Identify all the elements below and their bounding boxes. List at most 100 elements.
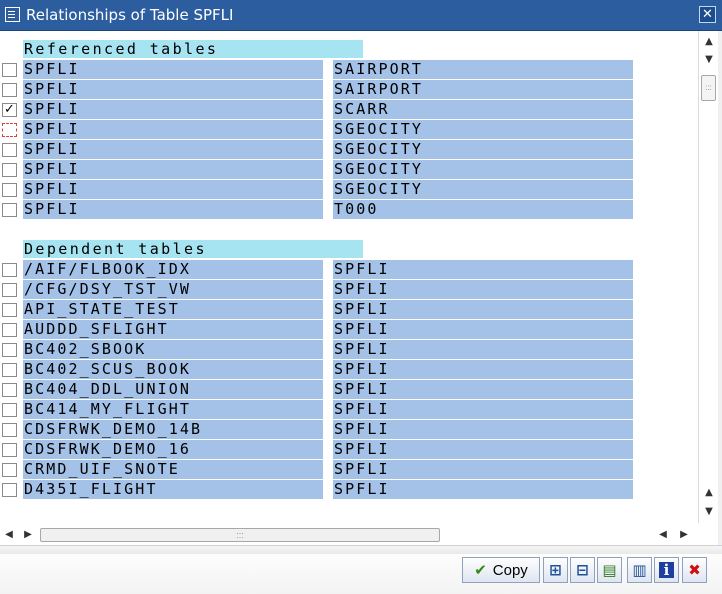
related-table-cell[interactable]: SPFLI [333,360,633,379]
table-name-cell[interactable]: SPFLI [23,200,323,219]
row-checkbox[interactable]: ✓ [2,103,17,117]
dependent-row[interactable]: /AIF/FLBOOK_IDX SPFLI [0,260,698,280]
referenced-row[interactable]: SPFLI SGEOCITY [0,180,698,200]
related-table-cell[interactable]: SPFLI [333,400,633,419]
row-checkbox[interactable] [2,183,17,197]
related-table-cell[interactable]: SAIRPORT [333,60,633,79]
table-name-cell[interactable]: D435I_FLIGHT [23,480,323,499]
row-checkbox[interactable] [2,363,17,377]
related-table-cell[interactable]: SPFLI [333,380,633,399]
scroll-left-end-icon[interactable]: ◀ [657,528,669,542]
scroll-down-top-icon[interactable]: ▼ [702,53,716,67]
related-table-cell[interactable]: SCARR [333,100,633,119]
vertical-scrollbar[interactable]: ▲ ▼ ::: ▲ ▼ [698,31,719,523]
dependent-row[interactable]: AUDDD_SFLIGHT SPFLI [0,320,698,340]
row-checkbox[interactable] [2,123,17,137]
scroll-down-bottom-icon[interactable]: ▼ [702,505,716,519]
row-checkbox[interactable] [2,343,17,357]
dependent-row[interactable]: API_STATE_TEST SPFLI [0,300,698,320]
row-checkbox[interactable] [2,163,17,177]
related-table-cell[interactable]: SPFLI [333,280,633,299]
table-name-cell[interactable]: SPFLI [23,60,323,79]
table-name-cell[interactable]: SPFLI [23,160,323,179]
copy-button[interactable]: ✔ Copy [462,557,540,583]
row-checkbox[interactable] [2,303,17,317]
table-name-cell[interactable]: BC404_DDL_UNION [23,380,323,399]
table-name-cell[interactable]: CRMD_UIF_SNOTE [23,460,323,479]
vertical-scroll-thumb[interactable]: ::: [701,75,716,101]
dependent-row[interactable]: D435I_FLIGHT SPFLI [0,480,698,500]
related-table-cell[interactable]: SPFLI [333,480,633,499]
dependent-row[interactable]: CRMD_UIF_SNOTE SPFLI [0,460,698,480]
related-table-cell[interactable]: SGEOCITY [333,180,633,199]
row-checkbox[interactable] [2,263,17,277]
related-table-cell[interactable]: SPFLI [333,300,633,319]
related-table-cell[interactable]: SPFLI [333,320,633,339]
table-name-cell[interactable]: SPFLI [23,80,323,99]
scroll-right-end-icon[interactable]: ▶ [678,528,690,542]
referenced-row[interactable]: SPFLI SAIRPORT [0,60,698,80]
dependent-row[interactable]: /CFG/DSY_TST_VW SPFLI [0,280,698,300]
table-name-cell[interactable]: CDSFRWK_DEMO_16 [23,440,323,459]
table-name-cell[interactable]: SPFLI [23,180,323,199]
related-table-cell[interactable]: T000 [333,200,633,219]
row-checkbox[interactable] [2,463,17,477]
table-name-cell[interactable]: API_STATE_TEST [23,300,323,319]
row-checkbox[interactable] [2,423,17,437]
select-all-button[interactable]: ▤ [597,557,622,583]
table-name-cell[interactable]: BC414_MY_FLIGHT [23,400,323,419]
table-name-cell[interactable]: BC402_SCUS_BOOK [23,360,323,379]
horizontal-scroll-thumb[interactable]: ::: [40,528,440,542]
related-table-cell[interactable]: SGEOCITY [333,120,633,139]
referenced-row[interactable]: SPFLI SGEOCITY [0,120,698,140]
dependent-row[interactable]: BC402_SCUS_BOOK SPFLI [0,360,698,380]
horizontal-scrollbar[interactable]: ◀ ▶ ::: ◀ ▶ [0,525,698,545]
row-checkbox[interactable] [2,63,17,77]
table-name-cell[interactable]: CDSFRWK_DEMO_14B [23,420,323,439]
row-checkbox[interactable] [2,283,17,297]
related-table-cell[interactable]: SPFLI [333,260,633,279]
related-table-cell[interactable]: SGEOCITY [333,140,633,159]
related-table-cell[interactable]: SPFLI [333,440,633,459]
referenced-row[interactable]: SPFLI T000 [0,200,698,220]
dependent-row[interactable]: BC404_DDL_UNION SPFLI [0,380,698,400]
row-checkbox[interactable] [2,483,17,497]
table-name-cell[interactable]: SPFLI [23,100,323,119]
referenced-row[interactable]: SPFLI SGEOCITY [0,160,698,180]
row-checkbox[interactable] [2,83,17,97]
insert-row-button[interactable]: ⊞ [543,557,568,583]
cancel-button[interactable]: ✖ [682,557,707,583]
related-table-cell[interactable]: SPFLI [333,340,633,359]
row-checkbox[interactable] [2,203,17,217]
scroll-right-icon[interactable]: ▶ [22,528,34,542]
related-table-cell[interactable]: SAIRPORT [333,80,633,99]
referenced-row[interactable]: ✓ SPFLI SCARR [0,100,698,120]
table-name-cell[interactable]: /CFG/DSY_TST_VW [23,280,323,299]
delete-row-button[interactable]: ⊟ [570,557,595,583]
row-checkbox[interactable] [2,383,17,397]
dependent-row[interactable]: BC414_MY_FLIGHT SPFLI [0,400,698,420]
info-button[interactable]: i [654,557,679,583]
related-table-cell[interactable]: SPFLI [333,460,633,479]
referenced-row[interactable]: SPFLI SGEOCITY [0,140,698,160]
table-name-cell[interactable]: SPFLI [23,140,323,159]
row-checkbox[interactable] [2,323,17,337]
referenced-row[interactable]: SPFLI SAIRPORT [0,80,698,100]
deselect-all-button[interactable]: ▥ [627,557,652,583]
scroll-left-icon[interactable]: ◀ [3,528,15,542]
window-menu-icon[interactable] [5,7,20,22]
scroll-up-bottom-icon[interactable]: ▲ [702,486,716,500]
row-checkbox[interactable] [2,443,17,457]
close-button[interactable]: ✕ [699,6,716,23]
related-table-cell[interactable]: SPFLI [333,420,633,439]
row-checkbox[interactable] [2,403,17,417]
table-name-cell[interactable]: /AIF/FLBOOK_IDX [23,260,323,279]
scroll-up-top-icon[interactable]: ▲ [702,35,716,49]
table-name-cell[interactable]: SPFLI [23,120,323,139]
table-name-cell[interactable]: BC402_SBOOK [23,340,323,359]
dependent-row[interactable]: CDSFRWK_DEMO_16 SPFLI [0,440,698,460]
table-name-cell[interactable]: AUDDD_SFLIGHT [23,320,323,339]
dependent-row[interactable]: BC402_SBOOK SPFLI [0,340,698,360]
dependent-row[interactable]: CDSFRWK_DEMO_14B SPFLI [0,420,698,440]
row-checkbox[interactable] [2,143,17,157]
